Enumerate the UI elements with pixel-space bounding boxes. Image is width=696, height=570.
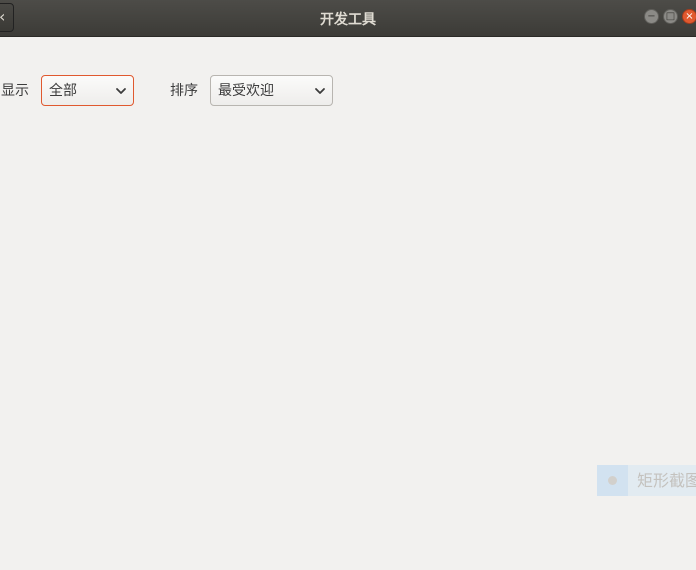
sort-dropdown-value: 最受欢迎 — [218, 83, 274, 99]
maximize-icon: □ — [665, 11, 676, 22]
overlay-label: 矩形截图 — [637, 471, 696, 490]
show-dropdown-value: 全部 — [49, 83, 77, 99]
chevron-down-icon — [116, 88, 126, 94]
close-icon: × — [685, 11, 694, 22]
record-dot-icon — [608, 476, 617, 485]
minimize-icon: − — [647, 11, 656, 22]
sort-label: 排序 — [170, 83, 198, 99]
close-button[interactable]: × — [682, 9, 696, 24]
titlebar: ‹ 开发工具 − □ × — [0, 0, 696, 37]
screenshot-tool-overlay[interactable]: 矩形截图 — [597, 465, 696, 496]
overlay-handle — [597, 465, 628, 496]
show-label: 显示 — [1, 83, 29, 99]
app-window: ‹ 开发工具 − □ × 显示 全部 排序 最受欢迎 矩形截图 — [0, 0, 696, 570]
show-dropdown[interactable]: 全部 — [41, 75, 134, 106]
window-title: 开发工具 — [320, 12, 376, 28]
minimize-button[interactable]: − — [644, 9, 659, 24]
chevron-down-icon — [315, 88, 325, 94]
sort-dropdown[interactable]: 最受欢迎 — [210, 75, 333, 106]
maximize-button[interactable]: □ — [663, 9, 678, 24]
